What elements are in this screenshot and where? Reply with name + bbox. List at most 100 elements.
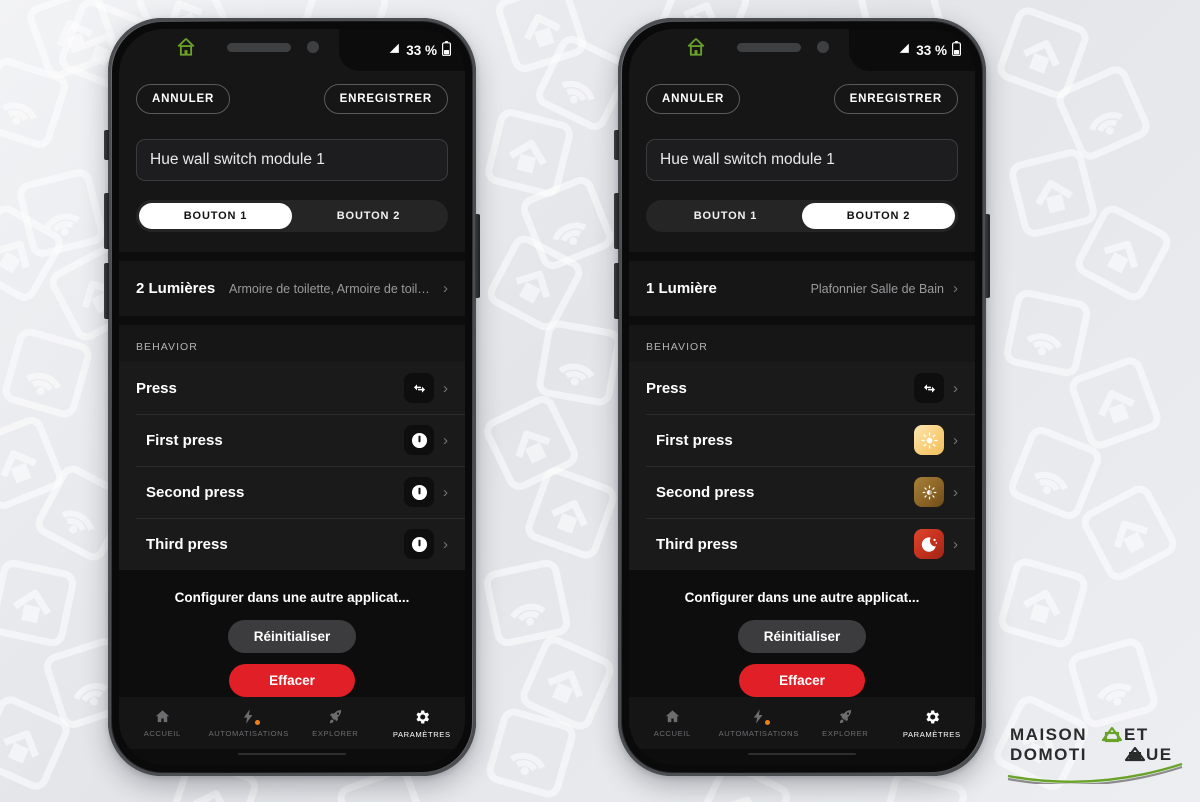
behavior-list: Press › First press › Second press › Third pre… bbox=[119, 362, 465, 570]
background-decor-icon bbox=[990, 550, 1096, 656]
device-name-input[interactable] bbox=[136, 139, 448, 181]
background-decor-icon bbox=[511, 167, 623, 279]
background-decor-icon bbox=[516, 458, 626, 568]
battery-icon bbox=[952, 41, 961, 59]
behavior-row-first press[interactable]: First press › bbox=[629, 414, 975, 466]
segment-bouton-1[interactable]: BOUTON 1 bbox=[649, 203, 802, 229]
reset-button[interactable]: Réinitialiser bbox=[227, 620, 357, 653]
volume-down-button[interactable] bbox=[104, 263, 109, 319]
segment-label: BOUTON 2 bbox=[846, 210, 911, 222]
background-decor-icon bbox=[1046, 56, 1160, 170]
lights-row[interactable]: 1 Lumière Plafonnier Salle de Bain › bbox=[629, 261, 975, 316]
lights-count-label: 2 Lumières bbox=[136, 280, 216, 297]
home-icon bbox=[664, 708, 681, 725]
tab-accueil[interactable]: ACCUEIL bbox=[119, 708, 206, 738]
signal-icon bbox=[898, 42, 911, 58]
tab-paramètres[interactable]: PARAMÈTRES bbox=[889, 708, 976, 739]
tab-explorer[interactable]: EXPLORER bbox=[292, 708, 379, 738]
editor-body: BOUTON 1 BOUTON 2 1 Lumière Plafonnier Sall… bbox=[629, 127, 975, 697]
home-icon bbox=[154, 708, 171, 725]
behavior-row-third press[interactable]: Third press › bbox=[119, 518, 465, 570]
battery-icon bbox=[442, 41, 451, 59]
volume-up-button[interactable] bbox=[104, 193, 109, 249]
notch-speaker bbox=[227, 43, 291, 52]
section-gap bbox=[119, 316, 465, 325]
behavior-row-label: Third press bbox=[656, 535, 738, 553]
behavior-row-label: First press bbox=[146, 431, 223, 449]
configure-elsewhere-note: Configurer dans une autre applicat... bbox=[174, 590, 410, 605]
behavior-list: Press › First press › Second press › Third pre… bbox=[629, 362, 975, 570]
home-green-icon bbox=[175, 36, 197, 63]
section-gap bbox=[629, 316, 975, 325]
power-toggle-icon[interactable] bbox=[404, 477, 434, 507]
erase-button[interactable]: Effacer bbox=[739, 664, 865, 697]
logo-house-dark-icon bbox=[1124, 746, 1146, 762]
segment-bouton-1[interactable]: BOUTON 1 bbox=[139, 203, 292, 229]
status-indicators: 33 % bbox=[898, 29, 961, 71]
logo-house-green-icon bbox=[1101, 726, 1123, 743]
swap-arrows-icon[interactable] bbox=[914, 373, 944, 403]
rocket-icon bbox=[837, 708, 854, 725]
button-selector-segmented-control[interactable]: BOUTON 1 BOUTON 2 bbox=[646, 200, 958, 232]
background-decor-icon bbox=[988, 0, 1098, 108]
mute-switch[interactable] bbox=[614, 130, 619, 160]
power-button[interactable] bbox=[985, 214, 990, 298]
power-button[interactable] bbox=[475, 214, 480, 298]
reset-button[interactable]: Réinitialiser bbox=[737, 620, 867, 653]
tab-accueil[interactable]: ACCUEIL bbox=[629, 708, 716, 738]
tab-label: ACCUEIL bbox=[653, 729, 691, 738]
behavior-row-press[interactable]: Press › bbox=[629, 362, 975, 414]
footer-actions: Configurer dans une autre applicat... Réi… bbox=[119, 570, 465, 697]
bottom-tab-bar: ACCUEIL AUTOMATISATIONS EXPLORER PARAMÈTRES bbox=[119, 697, 465, 749]
cancel-button[interactable]: ANNULER bbox=[646, 84, 741, 114]
sun-dim-icon[interactable] bbox=[914, 477, 944, 507]
tab-paramètres[interactable]: PARAMÈTRES bbox=[379, 708, 466, 739]
battery-percent-label: 33 % bbox=[916, 42, 947, 58]
section-gap bbox=[119, 252, 465, 261]
power-toggle-icon[interactable] bbox=[404, 529, 434, 559]
device-name-input[interactable] bbox=[646, 139, 958, 181]
segment-label: BOUTON 1 bbox=[693, 210, 758, 222]
behavior-row-second press[interactable]: Second press › bbox=[629, 466, 975, 518]
cancel-button[interactable]: ANNULER bbox=[136, 84, 231, 114]
mute-switch[interactable] bbox=[104, 130, 109, 160]
erase-button[interactable]: Effacer bbox=[229, 664, 355, 697]
editor-navbar: ANNULER ENREGISTRER bbox=[629, 71, 975, 127]
background-decor-icon bbox=[0, 49, 77, 157]
behavior-row-third press[interactable]: Third press › bbox=[629, 518, 975, 570]
segment-bouton-2[interactable]: BOUTON 2 bbox=[292, 203, 445, 229]
behavior-row-second press[interactable]: Second press › bbox=[119, 466, 465, 518]
notification-badge-dot bbox=[764, 720, 770, 725]
sun-bright-icon[interactable] bbox=[914, 425, 944, 455]
button-selector-segmented-control[interactable]: BOUTON 1 BOUTON 2 bbox=[136, 200, 448, 232]
lights-count-label: 1 Lumière bbox=[646, 280, 717, 297]
volume-up-button[interactable] bbox=[614, 193, 619, 249]
save-button[interactable]: ENREGISTRER bbox=[323, 84, 448, 114]
behavior-section-header: BEHAVIOR bbox=[119, 325, 465, 362]
moon-stars-icon[interactable] bbox=[914, 529, 944, 559]
behavior-row-label: First press bbox=[656, 431, 733, 449]
logo-line2: DOMOTI bbox=[1010, 745, 1087, 764]
chevron-right-icon: › bbox=[443, 431, 448, 449]
lights-row[interactable]: 2 Lumières Armoire de toilette, Armoire d… bbox=[119, 261, 465, 316]
background-decor-icon bbox=[9, 161, 113, 265]
lights-names-label: Armoire de toilette, Armoire de toilet..… bbox=[229, 281, 434, 296]
segment-label: BOUTON 2 bbox=[336, 210, 401, 222]
swap-arrows-icon[interactable] bbox=[404, 373, 434, 403]
save-button[interactable]: ENREGISTRER bbox=[833, 84, 958, 114]
power-toggle-icon[interactable] bbox=[404, 425, 434, 455]
volume-down-button[interactable] bbox=[614, 263, 619, 319]
bottom-tab-bar: ACCUEIL AUTOMATISATIONS EXPLORER PARAMÈTRES bbox=[629, 697, 975, 749]
tab-automatisations[interactable]: AUTOMATISATIONS bbox=[206, 708, 293, 738]
logo-line1b: ET bbox=[1124, 725, 1149, 744]
behavior-row-press[interactable]: Press › bbox=[119, 362, 465, 414]
tab-label: AUTOMATISATIONS bbox=[718, 729, 799, 738]
segment-bouton-2[interactable]: BOUTON 2 bbox=[802, 203, 955, 229]
phone-mockup-right: 33 % ANNULER ENREGISTRER BOUTON 1 BOUTON 2 1 … bbox=[614, 18, 990, 776]
logo-line2b: UE bbox=[1146, 745, 1173, 764]
tab-automatisations[interactable]: AUTOMATISATIONS bbox=[716, 708, 803, 738]
chevron-right-icon: › bbox=[443, 280, 448, 297]
gear-icon bbox=[413, 708, 431, 726]
tab-explorer[interactable]: EXPLORER bbox=[802, 708, 889, 738]
behavior-row-first press[interactable]: First press › bbox=[119, 414, 465, 466]
